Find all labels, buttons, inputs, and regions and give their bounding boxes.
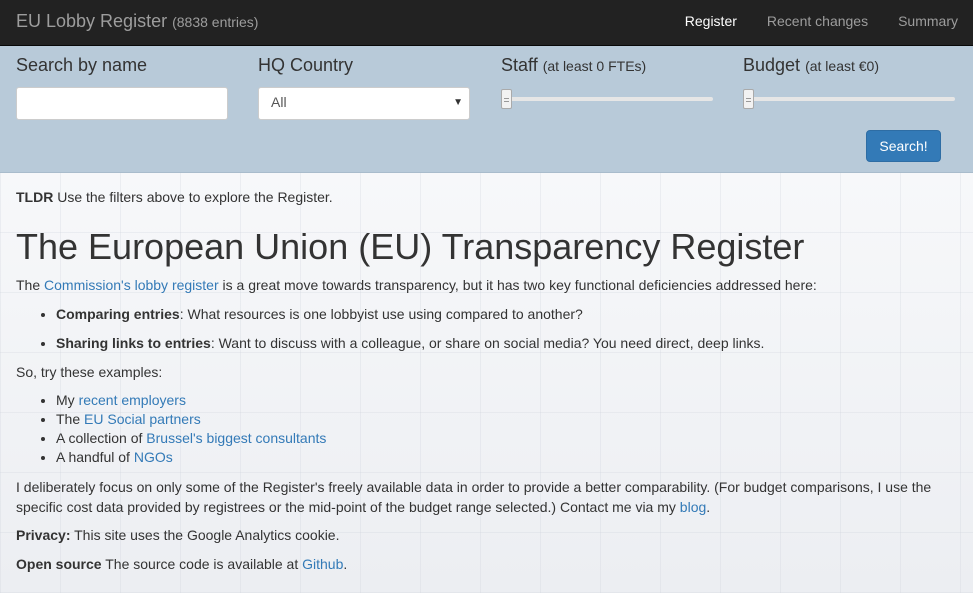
search-input[interactable] [16, 87, 228, 120]
list-item: A collection of Brussel's biggest consul… [56, 429, 326, 448]
nav-register[interactable]: Register [670, 0, 752, 46]
staff-slider-track[interactable] [501, 97, 713, 101]
focus-paragraph: I deliberately focus on only some of the… [16, 477, 951, 517]
budget-slider-handle[interactable] [743, 89, 754, 109]
page-title: The European Union (EU) Transparency Reg… [16, 226, 805, 267]
examples-list: My recent employers The EU Social partne… [56, 391, 326, 467]
github-link[interactable]: Github [302, 556, 343, 572]
caret-down-icon: ▼ [453, 97, 463, 108]
list-item: My recent employers [56, 391, 326, 410]
tldr-text: Use the filters above to explore the Reg… [53, 189, 333, 205]
budget-slider-track[interactable] [743, 97, 955, 101]
key2-text: : Want to discuss with a colleague, or s… [210, 335, 765, 351]
staff-slider-handle[interactable] [501, 89, 512, 109]
budget-slider[interactable] [743, 89, 955, 109]
commission-register-link[interactable]: Commission's lobby register [44, 277, 219, 293]
list-item: Comparing entries: What resources is one… [56, 304, 764, 324]
name-label: Search by name [16, 55, 148, 75]
staff-label: Staff (at least 0 FTEs) [501, 55, 713, 79]
ex2-pre: The [56, 411, 85, 427]
social-partners-link[interactable]: EU Social partners [84, 411, 201, 427]
staff-label-text: Staff [501, 55, 538, 75]
nav-recent-changes[interactable]: Recent changes [752, 0, 883, 46]
tldr: TLDR Use the filters above to explore th… [16, 187, 333, 207]
entry-count: (8838 entries) [172, 14, 259, 30]
budget-label-text: Budget [743, 55, 801, 75]
ex4-pre: A handful of [56, 449, 134, 465]
focus-end: . [706, 499, 711, 515]
intro-post: is a great move towards transparency, bu… [218, 277, 817, 293]
country-filter: HQ Country All ▼ [258, 55, 470, 120]
consultants-link[interactable]: Brussel's biggest consultants [146, 430, 326, 446]
key2-bold: Sharing links to entries [56, 335, 211, 351]
filter-panel: Search by name HQ Country All ▼ Staff (a… [0, 46, 973, 173]
deficiency-list: Comparing entries: What resources is one… [56, 304, 764, 362]
brand[interactable]: EU Lobby Register (8838 entries) [16, 11, 258, 32]
key1-bold: Comparing entries [56, 306, 180, 322]
privacy-text: This site uses the Google Analytics cook… [70, 527, 340, 543]
tldr-label: TLDR [16, 189, 54, 205]
name-filter: Search by name [16, 55, 228, 120]
budget-hint: (at least €0) [805, 58, 880, 74]
opensrc-label: Open source [16, 556, 102, 572]
country-label: HQ Country [258, 55, 354, 75]
privacy-note: Privacy: This site uses the Google Analy… [16, 525, 339, 545]
privacy-label: Privacy: [16, 527, 71, 543]
opensrc-end: . [343, 556, 348, 572]
brand-title: EU Lobby Register [16, 11, 168, 31]
open-source-note: Open source The source code is available… [16, 554, 347, 574]
list-item: A handful of NGOs [56, 448, 326, 467]
navbar: EU Lobby Register (8838 entries) Registe… [0, 0, 973, 46]
list-item: The EU Social partners [56, 410, 326, 429]
country-select[interactable]: All ▼ [258, 87, 470, 120]
opensrc-text: The source code is available at [101, 556, 303, 572]
examples-intro: So, try these examples: [16, 364, 163, 380]
ngos-link[interactable]: NGOs [134, 449, 173, 465]
intro-pre: The [16, 277, 45, 293]
list-item: Sharing links to entries: Want to discus… [56, 333, 764, 353]
search-button[interactable]: Search! [866, 130, 941, 162]
staff-hint: (at least 0 FTEs) [542, 58, 647, 74]
nav-links: Register Recent changes Summary [670, 0, 973, 46]
budget-label: Budget (at least €0) [743, 55, 955, 79]
ex1-pre: My [56, 392, 79, 408]
nav-summary[interactable]: Summary [883, 0, 973, 46]
intro-paragraph: The Commission's lobby register is a gre… [16, 275, 817, 295]
staff-slider[interactable] [501, 89, 713, 109]
country-selected: All [271, 94, 287, 110]
focus-text: I deliberately focus on only some of the… [16, 479, 932, 515]
budget-filter: Budget (at least €0) [743, 55, 955, 109]
recent-employers-link[interactable]: recent employers [79, 392, 186, 408]
staff-filter: Staff (at least 0 FTEs) [501, 55, 713, 109]
key1-text: : What resources is one lobbyist use usi… [179, 306, 583, 322]
ex3-pre: A collection of [56, 430, 147, 446]
blog-link[interactable]: blog [680, 499, 706, 515]
